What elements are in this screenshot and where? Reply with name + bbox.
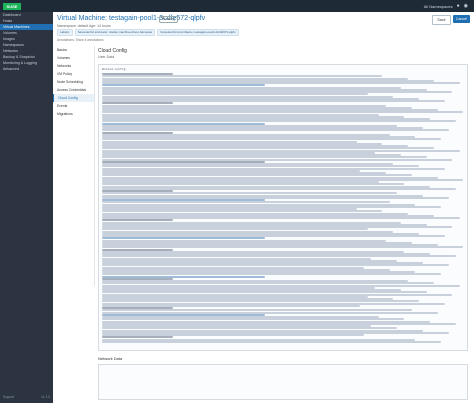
namespace-selector[interactable]: All Namespaces — [424, 4, 453, 9]
code-line — [102, 192, 398, 195]
code-line — [102, 165, 420, 168]
code-line — [102, 246, 464, 249]
code-line — [102, 282, 434, 285]
code-line — [102, 156, 427, 159]
code-line — [102, 93, 368, 96]
code-line — [102, 102, 173, 105]
bell-icon[interactable]: ● — [457, 3, 460, 9]
code-line — [102, 318, 405, 321]
code-line — [102, 84, 265, 87]
main: Virtual Machine: testagain-pool1-3cdfe57… — [53, 12, 474, 403]
code-line — [102, 300, 420, 303]
tab-cloud-config[interactable]: Cloud Config — [53, 94, 94, 102]
user-data-label: User Data — [98, 55, 115, 59]
status-badge: Running — [159, 16, 179, 23]
top-bar: SUSE All Namespaces ● ◉ — [0, 0, 474, 12]
code-line — [102, 327, 398, 330]
code-line — [102, 75, 383, 78]
code-line — [102, 120, 456, 123]
tab-migrations[interactable]: Migrations — [53, 110, 94, 118]
code-line — [102, 228, 368, 231]
brand-logo[interactable]: SUSE — [3, 2, 21, 10]
tab-vm-policy[interactable]: VM Policy — [53, 70, 94, 78]
code-line — [102, 138, 442, 141]
tab-networks[interactable]: Networks — [53, 62, 94, 70]
code-line — [102, 174, 412, 177]
code-line — [102, 340, 442, 343]
code-line — [102, 183, 405, 186]
code-line — [102, 210, 383, 213]
page-title: Virtual Machine: testagain-pool1-3cdfe57… — [57, 15, 206, 22]
tab-access-credentials[interactable]: Access Credentials — [53, 86, 94, 94]
top-right: All Namespaces ● ◉ — [424, 3, 468, 9]
code-line — [102, 129, 449, 132]
code-line — [102, 309, 412, 312]
label-tag: Labels: — [57, 28, 73, 36]
label-tag: harvesterhci.io/creator: docker-machine-… — [74, 28, 156, 36]
sidebar: Dashboard Hosts Virtual Machines Volumes Ima… — [0, 12, 53, 403]
tab-events[interactable]: Events — [53, 102, 94, 110]
annotations-toggle[interactable]: Annotations: Show 4 annotations — [57, 38, 104, 42]
support-link[interactable]: Support — [3, 395, 14, 399]
cloud-config-panel: Cloud Config User Data #cloud-config Net… — [98, 48, 468, 401]
page-header: Virtual Machine: testagain-pool1-3cdfe57… — [53, 12, 474, 42]
code-line — [102, 237, 265, 240]
network-data-editor[interactable] — [98, 364, 468, 400]
sidebar-item[interactable]: Advanced — [0, 66, 53, 72]
code-line — [102, 255, 456, 258]
user-icon[interactable]: ◉ — [464, 3, 468, 9]
network-data-label: Network Data — [98, 356, 123, 361]
section-title: Cloud Config — [98, 48, 127, 54]
code-first-line: #cloud-config — [102, 67, 126, 71]
code-line — [102, 273, 442, 276]
sidebar-footer: Support v1.1.0 — [3, 395, 50, 399]
code-line — [102, 291, 427, 294]
labels-row: Labels: harvesterhci.io/creator: docker-m… — [57, 28, 466, 36]
code-line — [102, 219, 173, 222]
code-line — [102, 201, 390, 204]
save-button[interactable]: Save — [432, 15, 451, 25]
tab-basics[interactable]: Basics — [53, 46, 94, 54]
code-line — [102, 147, 434, 150]
code-line — [102, 264, 449, 267]
label-tag: harvesterhci.io/vmName: testagain-pool1-… — [157, 28, 239, 36]
tab-node-scheduling[interactable]: Node Scheduling — [53, 78, 94, 86]
version-label: v1.1.0 — [41, 395, 50, 399]
code-line — [102, 111, 464, 114]
cancel-button[interactable]: Cancel — [453, 15, 470, 23]
user-data-editor[interactable]: #cloud-config — [98, 64, 468, 351]
vm-tab-nav: Basics Volumes Networks VM Policy Node Sched… — [53, 46, 95, 286]
code-line — [102, 336, 173, 339]
header-actions: Save Cancel — [432, 15, 470, 25]
tab-volumes[interactable]: Volumes — [53, 54, 94, 62]
